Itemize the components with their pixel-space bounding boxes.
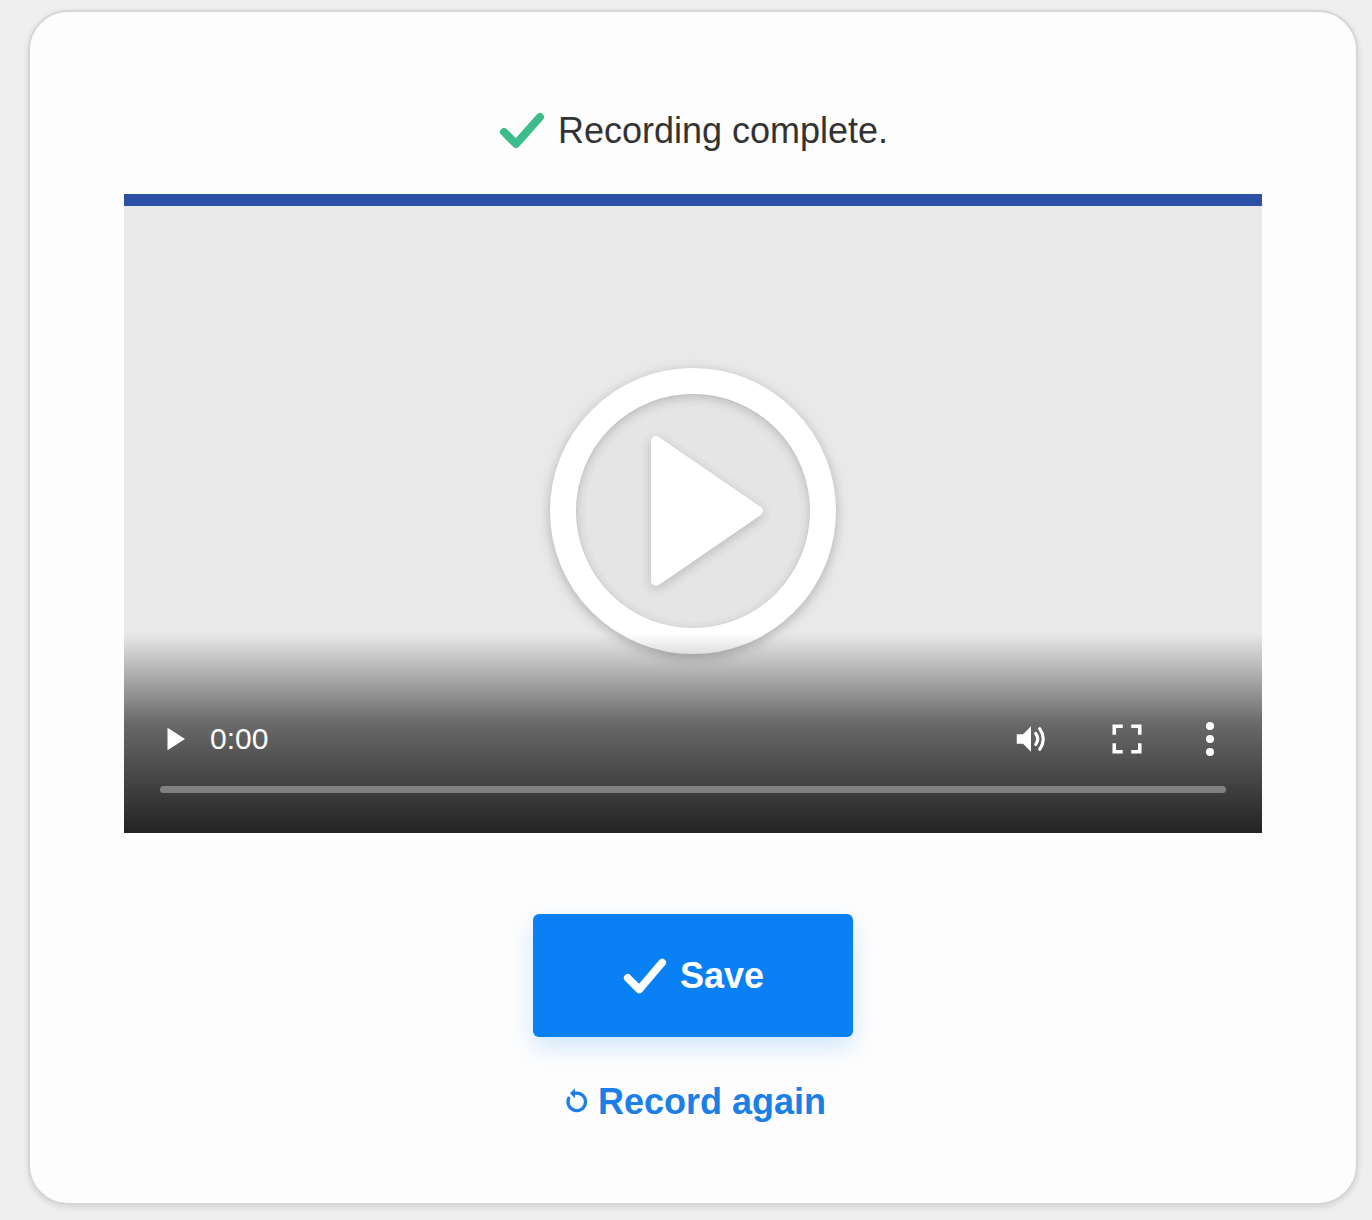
controls-row: 0:00 [160, 720, 1226, 758]
progress-bar[interactable] [160, 786, 1226, 793]
record-again-label: Record again [598, 1081, 826, 1123]
more-icon [1204, 721, 1216, 757]
left-controls: 0:00 [160, 722, 268, 756]
play-overlay-button[interactable] [548, 366, 838, 656]
status-text: Recording complete. [558, 110, 888, 152]
time-display: 0:00 [210, 722, 268, 756]
play-button[interactable] [160, 724, 190, 754]
volume-button[interactable] [1012, 720, 1050, 758]
play-icon [160, 724, 190, 754]
video-player[interactable]: 0:00 [124, 194, 1262, 833]
right-controls [1012, 720, 1226, 758]
play-icon [548, 366, 838, 656]
refresh-icon [560, 1087, 590, 1117]
volume-icon [1012, 720, 1050, 758]
video-controls: 0:00 [124, 633, 1262, 833]
record-again-button[interactable]: Record again [552, 1077, 834, 1127]
check-icon [498, 107, 546, 155]
recording-card: Recording complete. 0:00 Save Record again [28, 10, 1358, 1205]
fullscreen-button[interactable] [1110, 722, 1144, 756]
fullscreen-icon [1110, 722, 1144, 756]
check-icon [622, 953, 668, 999]
save-button[interactable]: Save [533, 914, 853, 1037]
save-label: Save [680, 955, 764, 997]
more-button[interactable] [1204, 721, 1216, 757]
status-line: Recording complete. [498, 106, 888, 156]
page: Recording complete. 0:00 Save Record again [0, 0, 1372, 1220]
